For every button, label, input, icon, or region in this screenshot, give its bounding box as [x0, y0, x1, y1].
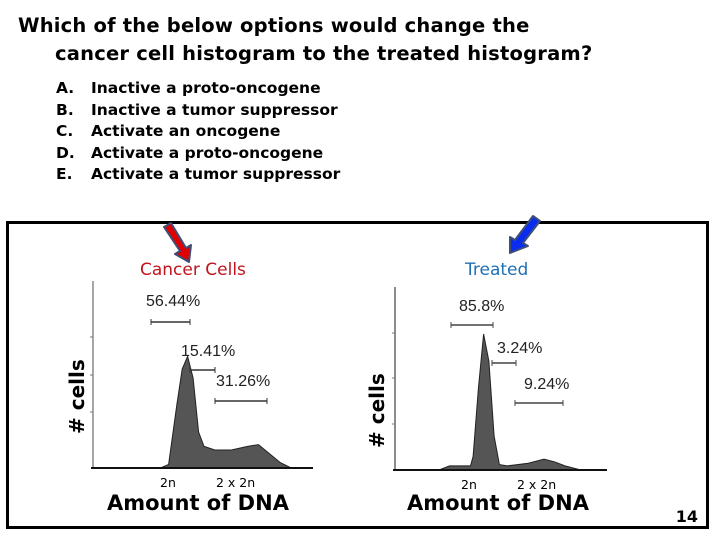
- figure-overlay: # cells 2n 2 x 2n Amount of DNA 56.44% 1…: [65, 215, 607, 515]
- x-axis-label: Amount of DNA: [407, 491, 590, 515]
- x-tick-label-2n: 2n: [160, 475, 176, 490]
- gate-label: 56.44%: [146, 293, 200, 310]
- gate-label: 9.24%: [524, 376, 569, 393]
- gate-s-early: 3.24%: [491, 340, 542, 366]
- x-axis-label: Amount of DNA: [107, 491, 290, 515]
- red-arrow-icon: [163, 222, 192, 263]
- blue-arrow-icon: [509, 215, 541, 254]
- gate-label: 15.41%: [181, 343, 235, 360]
- gate-g1: 85.8%: [450, 298, 504, 328]
- y-axis-label: # cells: [65, 359, 89, 434]
- cancer-histogram-chart: # cells 2n 2 x 2n Amount of DNA 56.44% 1…: [65, 281, 313, 515]
- x-tick-label-2x2n: 2 x 2n: [216, 475, 255, 490]
- gate-s-g2: 31.26%: [214, 373, 270, 404]
- y-axis-label: # cells: [365, 373, 389, 448]
- x-tick-label-2x2n: 2 x 2n: [517, 477, 556, 492]
- gate-label: 85.8%: [459, 298, 504, 315]
- histogram-area: [95, 354, 313, 469]
- gate-label: 3.24%: [497, 340, 542, 357]
- x-tick-label-2n: 2n: [461, 477, 477, 492]
- gate-label: 31.26%: [216, 373, 270, 390]
- gate-g1: 56.44%: [146, 293, 200, 325]
- gate-s-g2: 9.24%: [514, 376, 569, 406]
- treated-histogram-chart: # cells 2n 2 x 2n Amount of DNA 85.8% 3.…: [365, 287, 607, 515]
